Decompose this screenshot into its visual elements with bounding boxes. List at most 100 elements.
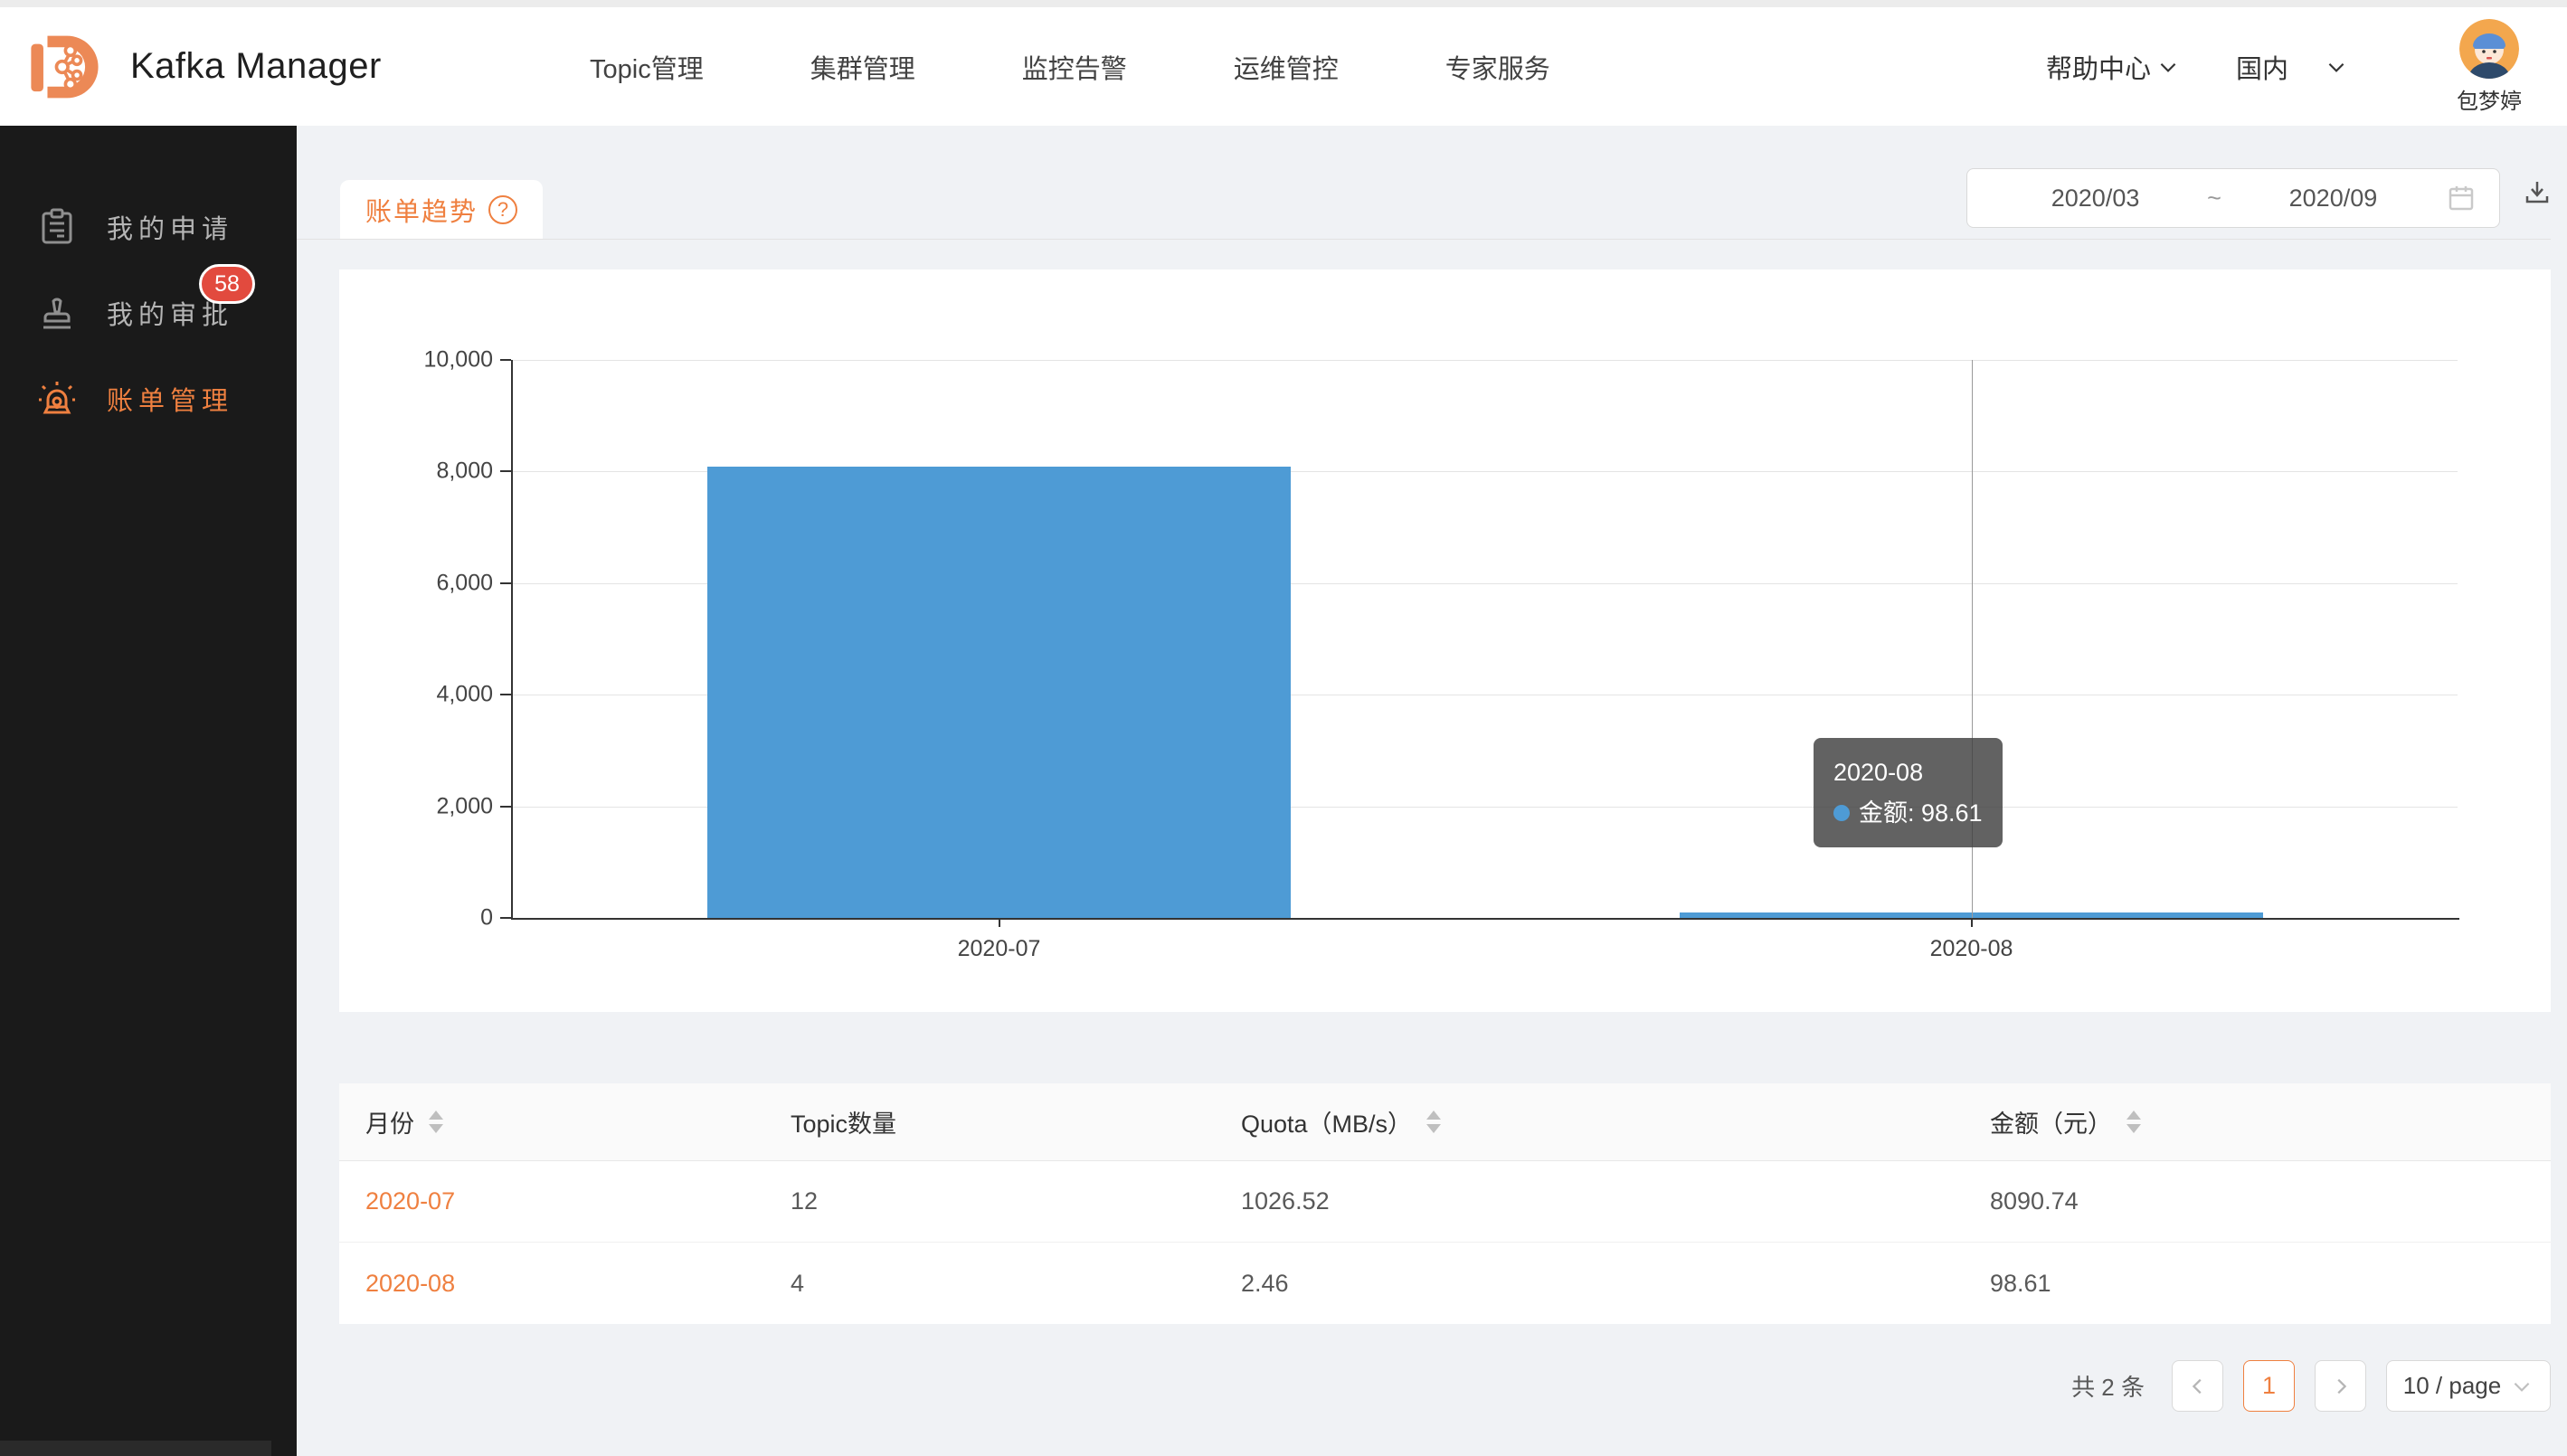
- chevron-right-icon: [2331, 1376, 2351, 1396]
- cell-amount: 98.61: [1990, 1270, 2551, 1298]
- month-link[interactable]: 2020-07: [365, 1187, 791, 1215]
- page-size-value: 10 / page: [2403, 1372, 2501, 1400]
- chevron-down-icon: [2325, 55, 2348, 79]
- date-range-separator: ~: [2200, 184, 2229, 213]
- y-axis-tick: [500, 470, 511, 472]
- y-axis-label: 4,000: [436, 682, 493, 708]
- y-axis-label: 0: [480, 905, 493, 931]
- download-icon[interactable]: [2523, 178, 2552, 207]
- cell-quota: 1026.52: [1241, 1187, 1990, 1215]
- gridline: [513, 360, 2458, 361]
- x-axis-label: 2020-08: [1930, 936, 2013, 962]
- chart-tooltip: 2020-08 金额: 98.61: [1814, 738, 2003, 847]
- stamp-icon: [38, 294, 76, 332]
- calendar-icon: [2447, 184, 2476, 213]
- help-center-menu[interactable]: 帮助中心: [2046, 48, 2180, 86]
- y-axis-tick: [500, 694, 511, 695]
- avatar: [2459, 19, 2519, 79]
- bar[interactable]: [707, 467, 1291, 918]
- table-row: 2020-08 4 2.46 98.61: [339, 1243, 2551, 1324]
- chevron-down-icon: [2156, 55, 2180, 79]
- billing-trend-chart-panel: 02,0004,0006,0008,00010,0002020-072020-0…: [339, 269, 2551, 1012]
- month-link[interactable]: 2020-08: [365, 1270, 791, 1298]
- region-label: 国内: [2236, 48, 2288, 86]
- y-axis-line: [511, 360, 513, 918]
- primary-nav: Topic管理 集群管理 监控告警 运维管控 专家服务: [590, 7, 1657, 126]
- x-axis-tick: [1971, 918, 1973, 927]
- sidebar-item-my-approvals[interactable]: 我的审批 58: [0, 269, 297, 355]
- cell-topics: 4: [791, 1270, 1241, 1298]
- tooltip-title: 2020-08: [1833, 752, 1983, 793]
- column-header-amount[interactable]: 金额（元）: [1990, 1104, 2551, 1139]
- y-axis-tick: [500, 582, 511, 584]
- billing-table: 月份 Topic数量 Quota（MB/s） 金额（元）: [339, 1083, 2551, 1324]
- page-size-select[interactable]: 10 / page: [2386, 1360, 2551, 1412]
- date-end-value[interactable]: 2020/09: [2229, 184, 2438, 213]
- main-content: 账单趋势 ? 2020/03 ~ 2020/09: [297, 126, 2567, 1456]
- y-axis-label: 8,000: [436, 459, 493, 485]
- next-page-button[interactable]: [2315, 1360, 2366, 1412]
- cell-quota: 2.46: [1241, 1270, 1990, 1298]
- table-row: 2020-07 12 1026.52 8090.74: [339, 1161, 2551, 1243]
- nav-item-topic[interactable]: Topic管理: [590, 48, 704, 86]
- bar-chart: 02,0004,0006,0008,00010,0002020-072020-0…: [513, 360, 2458, 918]
- help-center-label: 帮助中心: [2046, 48, 2151, 86]
- column-label: Quota（MB/s）: [1241, 1104, 1412, 1139]
- column-header-month[interactable]: 月份: [365, 1104, 791, 1139]
- app-title: Kafka Manager: [130, 46, 382, 87]
- page-body: 我的申请 我的审批 58: [0, 126, 2567, 1456]
- sidebar-collapse-bar[interactable]: [0, 1441, 271, 1456]
- x-axis-label: 2020-07: [958, 936, 1041, 962]
- sidebar: 我的申请 我的审批 58: [0, 126, 297, 1456]
- x-axis-tick: [999, 918, 1000, 927]
- tooltip-value: 金额: 98.61: [1859, 793, 1983, 834]
- sort-caret-icons[interactable]: [429, 1111, 443, 1133]
- y-axis-label: 6,000: [436, 570, 493, 596]
- sidebar-item-billing[interactable]: 账单管理: [0, 355, 297, 441]
- cell-amount: 8090.74: [1990, 1187, 2551, 1215]
- date-range-picker[interactable]: 2020/03 ~ 2020/09: [1966, 168, 2500, 228]
- total-count-label: 共 2 条: [2071, 1369, 2145, 1403]
- tab-label: 账单趋势: [365, 191, 478, 229]
- y-axis-tick: [500, 806, 511, 808]
- date-start-value[interactable]: 2020/03: [1991, 184, 2200, 213]
- column-label: 金额（元）: [1990, 1104, 2112, 1139]
- region-selector[interactable]: 国内: [2236, 48, 2348, 86]
- table-header-row: 月份 Topic数量 Quota（MB/s） 金额（元）: [339, 1083, 2551, 1161]
- series-dot-icon: [1833, 805, 1850, 821]
- toolbar-divider: [297, 239, 2551, 240]
- topbar-right: 帮助中心 国内: [2046, 7, 2522, 126]
- logo-icon: [27, 33, 110, 101]
- brand[interactable]: Kafka Manager: [27, 33, 382, 101]
- user-menu[interactable]: 包梦婷: [2457, 19, 2522, 115]
- toolbar: 账单趋势 ? 2020/03 ~ 2020/09: [297, 126, 2567, 240]
- pagination: 共 2 条 1 10 / page: [339, 1360, 2551, 1412]
- sidebar-item-label: 我的申请: [107, 208, 233, 246]
- column-header-topics: Topic数量: [791, 1104, 1241, 1139]
- approvals-count-badge: 58: [199, 264, 255, 304]
- column-header-quota[interactable]: Quota（MB/s）: [1241, 1104, 1990, 1139]
- tab-billing-trend[interactable]: 账单趋势 ?: [340, 180, 543, 240]
- column-label: Topic数量: [791, 1104, 896, 1139]
- help-circle-icon[interactable]: ?: [488, 195, 517, 224]
- window-top-strip: [0, 0, 2567, 7]
- nav-item-expert[interactable]: 专家服务: [1445, 48, 1550, 86]
- page-1-button[interactable]: 1: [2243, 1360, 2295, 1412]
- y-axis-label: 2,000: [436, 793, 493, 819]
- x-axis-line: [511, 918, 2459, 920]
- y-axis-tick: [500, 359, 511, 361]
- nav-item-ops[interactable]: 运维管控: [1234, 48, 1339, 86]
- sidebar-item-label: 账单管理: [107, 380, 233, 418]
- chevron-down-icon: [2510, 1375, 2534, 1398]
- kafka-manager-app: Kafka Manager Topic管理 集群管理 监控告警 运维管控 专家服…: [0, 0, 2567, 1456]
- nav-item-cluster[interactable]: 集群管理: [810, 48, 915, 86]
- user-name: 包梦婷: [2457, 83, 2522, 115]
- cell-topics: 12: [791, 1187, 1241, 1215]
- prev-page-button[interactable]: [2172, 1360, 2223, 1412]
- sort-caret-icons[interactable]: [2127, 1111, 2141, 1133]
- chevron-left-icon: [2188, 1376, 2208, 1396]
- top-navigation-bar: Kafka Manager Topic管理 集群管理 监控告警 运维管控 专家服…: [0, 7, 2567, 126]
- sort-caret-icons[interactable]: [1426, 1111, 1441, 1133]
- sidebar-item-my-applications[interactable]: 我的申请: [0, 184, 297, 269]
- nav-item-monitor[interactable]: 监控告警: [1022, 48, 1127, 86]
